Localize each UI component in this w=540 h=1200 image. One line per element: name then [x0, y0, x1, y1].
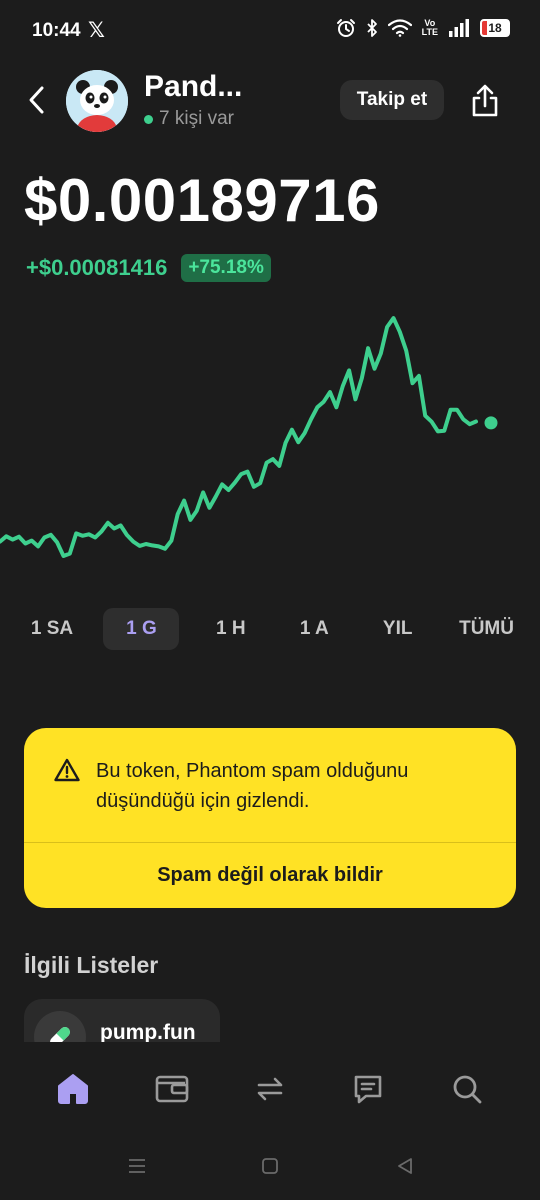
follow-button[interactable]: Takip et — [340, 80, 444, 120]
signal-icon — [449, 19, 469, 37]
status-bar: 10:44 𝕏 Vo LTE 18 — [0, 0, 540, 64]
bottom-nav — [0, 1058, 540, 1120]
warning-triangle-icon — [54, 758, 80, 782]
range-tab[interactable]: 1 A — [282, 608, 346, 650]
nav-swap[interactable] — [240, 1059, 300, 1119]
nav-search[interactable] — [437, 1059, 497, 1119]
range-tab[interactable]: YIL — [366, 608, 430, 650]
spam-warning-message: Bu token, Phantom spam olduğunu düşündüğ… — [96, 760, 409, 812]
x-logo-icon: 𝕏 — [88, 19, 105, 42]
price-change-badge: +75.18% — [181, 254, 271, 282]
status-icons: Vo LTE 18 — [336, 18, 510, 38]
current-price-dot — [484, 416, 498, 430]
system-nav-bar — [0, 1140, 540, 1190]
token-price: $0.00189716 — [24, 167, 380, 234]
nav-home[interactable] — [43, 1059, 103, 1119]
range-tab[interactable]: TÜMÜ — [449, 608, 524, 650]
online-dot-icon — [144, 114, 153, 124]
chevron-left-icon — [29, 86, 44, 114]
range-tab[interactable]: 1 H — [199, 608, 263, 650]
chat-icon — [355, 1075, 382, 1104]
holders-row: 7 kişi var — [144, 108, 234, 130]
holders-count: 7 kişi var — [159, 108, 234, 129]
related-lists-title: İlgili Listeler — [24, 952, 159, 978]
report-not-spam-button[interactable]: Spam değil olarak bildir — [24, 844, 516, 906]
wallet-icon — [155, 1075, 188, 1103]
square-icon — [262, 1158, 278, 1174]
battery-level: 18 — [488, 21, 502, 35]
spam-warning-card: Bu token, Phantom spam olduğunu düşündüğ… — [24, 728, 516, 908]
time-range-selector: 1 SA 1 G 1 H 1 A YIL TÜMÜ — [20, 608, 524, 650]
swap-icon — [257, 1077, 283, 1101]
warning-divider — [24, 842, 516, 843]
pill-icon — [34, 1011, 86, 1042]
nav-activity[interactable] — [338, 1059, 398, 1119]
back-button[interactable] — [20, 82, 52, 118]
nav-wallet[interactable] — [142, 1059, 202, 1119]
volte-bottom: LTE — [421, 27, 438, 37]
price-chart[interactable] — [0, 300, 540, 570]
search-icon — [453, 1075, 482, 1104]
token-header: Pand... 7 kişi var Takip et — [0, 68, 540, 134]
related-list-card[interactable]: pump.fun — [24, 999, 220, 1042]
panda-icon — [66, 70, 128, 132]
bluetooth-icon — [367, 19, 377, 37]
alarm-icon — [336, 19, 355, 37]
share-icon — [472, 84, 498, 117]
recents-button[interactable] — [122, 1154, 152, 1178]
share-button[interactable] — [462, 78, 508, 124]
price-change-value: +$0.00081416 — [26, 255, 168, 280]
back-system-button[interactable] — [390, 1154, 420, 1178]
triangle-back-icon — [398, 1158, 412, 1174]
battery-icon: 18 — [480, 19, 510, 37]
price-series-line — [0, 316, 478, 558]
token-avatar — [66, 70, 128, 132]
related-lists-scroller: pump.fun — [0, 996, 540, 1042]
status-time: 10:44 — [32, 20, 81, 41]
range-tab[interactable]: 1 G — [103, 608, 180, 650]
wifi-icon — [387, 19, 412, 37]
volte-indicator: Vo LTE — [422, 19, 438, 37]
related-list-label: pump.fun — [100, 1021, 196, 1042]
token-name: Pand... — [144, 70, 243, 103]
menu-lines-icon — [129, 1159, 145, 1173]
home-icon — [58, 1074, 89, 1104]
home-system-button[interactable] — [255, 1154, 285, 1178]
battery-fill — [482, 21, 487, 35]
range-tab[interactable]: 1 SA — [20, 608, 84, 650]
price-change-row: +$0.00081416 +75.18% — [26, 254, 271, 282]
